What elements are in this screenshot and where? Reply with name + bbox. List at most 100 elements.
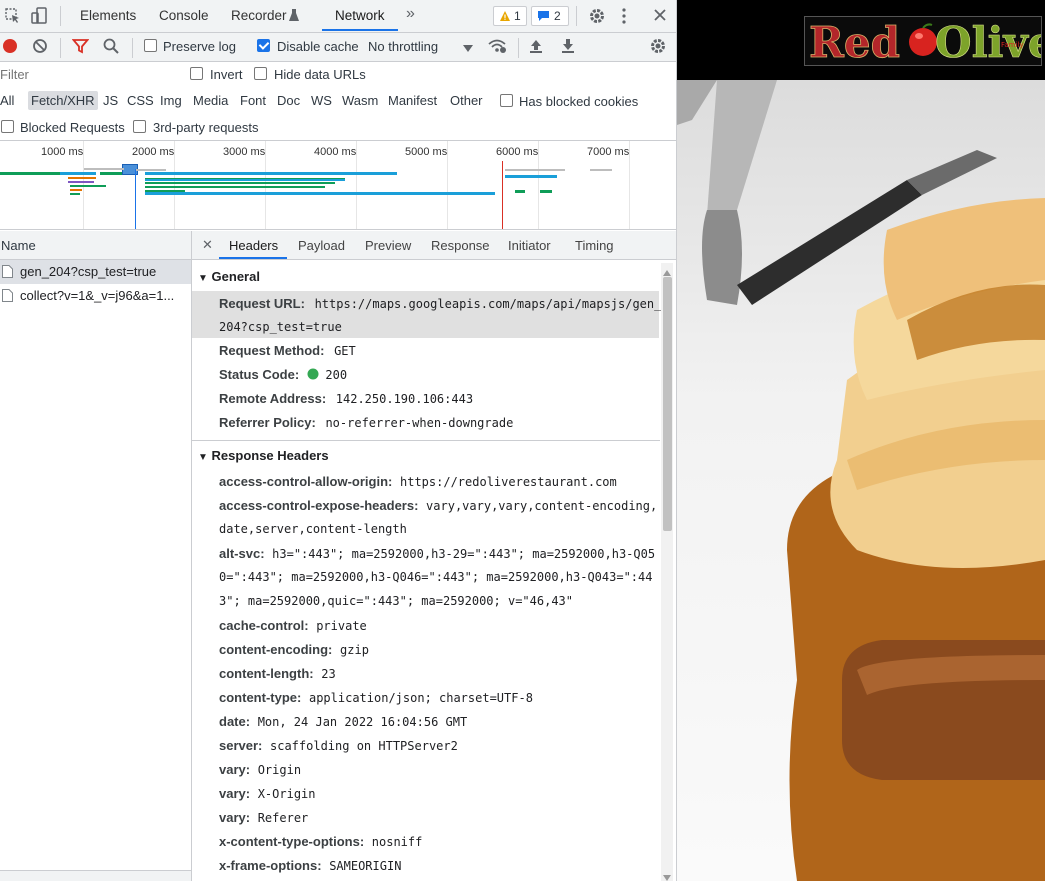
tab-console[interactable]: Console xyxy=(159,8,209,23)
kebab-menu-icon[interactable] xyxy=(621,7,627,28)
has-blocked-cookies-checkbox[interactable] xyxy=(500,94,513,107)
general-section-toggle[interactable]: ▼ General xyxy=(198,269,260,284)
header-value: scaffolding on HTTPServer2 xyxy=(270,739,458,753)
active-tab-indicator xyxy=(322,29,398,31)
tab-network[interactable]: Network xyxy=(335,8,385,23)
type-wasm[interactable]: Wasm xyxy=(342,93,378,108)
header-row: vary: Referer xyxy=(219,810,659,825)
type-font[interactable]: Font xyxy=(240,93,266,108)
throttling-select[interactable]: No throttling xyxy=(368,39,438,54)
type-fetch-xhr[interactable]: Fetch/XHR xyxy=(28,91,98,110)
disable-cache-checkbox[interactable] xyxy=(257,39,270,52)
invert-checkbox[interactable] xyxy=(190,67,203,80)
header-value-cont: 0=":443"; ma=2592000,h3-Q046=":443"; ma=… xyxy=(219,570,653,584)
blocked-requests-checkbox[interactable] xyxy=(1,120,14,133)
header-name: cache-control: xyxy=(219,618,309,633)
type-other[interactable]: Other xyxy=(450,93,483,108)
header-value: https://redoliverestaurant.com xyxy=(400,475,617,489)
type-all[interactable]: All xyxy=(0,93,14,108)
search-icon[interactable] xyxy=(103,38,119,57)
import-har-icon[interactable] xyxy=(529,38,543,57)
filter-icon[interactable] xyxy=(71,38,90,57)
header-row: x-content-type-options: nosniff xyxy=(219,834,659,849)
close-devtools-icon[interactable] xyxy=(653,8,667,25)
type-img[interactable]: Img xyxy=(160,93,182,108)
network-conditions-icon[interactable] xyxy=(487,38,507,57)
filter-input[interactable] xyxy=(0,65,174,83)
tab-timing[interactable]: Timing xyxy=(575,238,614,253)
timeline-overview[interactable]: 1000 ms 2000 ms 3000 ms 4000 ms 5000 ms … xyxy=(0,141,676,230)
status-code-label: Status Code: xyxy=(219,367,300,382)
third-party-checkbox[interactable] xyxy=(133,120,146,133)
general-section-title: General xyxy=(211,269,260,284)
tab-initiator[interactable]: Initiator xyxy=(508,238,551,253)
scroll-down-arrow-icon[interactable] xyxy=(663,869,671,881)
type-manifest[interactable]: Manifest xyxy=(388,93,437,108)
messages-badge[interactable]: 2 xyxy=(531,6,569,26)
request-name: gen_204?csp_test=true xyxy=(20,264,157,279)
header-row: access-control-allow-origin: https://red… xyxy=(219,474,659,489)
details-scrollbar-thumb[interactable] xyxy=(663,277,672,531)
type-css[interactable]: CSS xyxy=(127,93,154,108)
request-method-label: Request Method: xyxy=(219,343,325,358)
load-event-line xyxy=(502,161,503,229)
messages-count: 2 xyxy=(554,9,561,23)
export-har-icon[interactable] xyxy=(561,38,575,57)
device-toolbar-icon[interactable] xyxy=(31,7,49,28)
type-media[interactable]: Media xyxy=(193,93,228,108)
document-icon xyxy=(2,265,13,278)
logo-text-small: Family xyxy=(1001,41,1024,49)
logo-text-red: Red xyxy=(809,18,900,65)
scroll-up-arrow-icon[interactable] xyxy=(663,264,671,279)
request-name: collect?v=1&_v=j96&a=1... xyxy=(20,288,175,303)
pancakes-image xyxy=(677,80,1045,881)
tab-recorder[interactable]: Recorder xyxy=(231,8,287,23)
request-row[interactable]: gen_204?csp_test=true xyxy=(0,260,191,284)
name-column-header[interactable]: Name xyxy=(0,231,191,260)
name-header-label: Name xyxy=(1,238,36,253)
details-tabs: ✕ Headers Payload Preview Response Initi… xyxy=(192,231,676,260)
more-tabs-button[interactable]: » xyxy=(406,5,415,23)
header-row: cache-control: private xyxy=(219,618,659,633)
preserve-log-checkbox[interactable] xyxy=(144,39,157,52)
header-row: content-type: application/json; charset=… xyxy=(219,690,659,705)
header-name: x-frame-options: xyxy=(219,858,322,873)
request-row[interactable]: collect?v=1&_v=j96&a=1... xyxy=(0,284,191,308)
status-code-row: Status Code: 200 xyxy=(219,367,659,382)
referrer-policy-label: Referrer Policy: xyxy=(219,415,316,430)
dropdown-arrow-icon[interactable] xyxy=(463,41,473,56)
timeline-label: 2000 ms xyxy=(132,146,175,158)
tab-headers[interactable]: Headers xyxy=(229,238,278,253)
blocked-requests-label: Blocked Requests xyxy=(20,120,125,135)
header-value: 23 xyxy=(321,667,336,681)
inspect-element-icon[interactable] xyxy=(5,8,21,27)
header-name: content-encoding: xyxy=(219,642,333,657)
type-js[interactable]: JS xyxy=(103,93,118,108)
tab-preview[interactable]: Preview xyxy=(365,238,411,253)
summary-bar xyxy=(0,870,191,881)
remote-address-value: 142.250.190.106:443 xyxy=(335,392,474,406)
warnings-badge[interactable]: 1 xyxy=(493,6,527,26)
header-name: x-content-type-options: xyxy=(219,834,365,849)
settings-gear-icon[interactable] xyxy=(588,7,606,28)
record-icon[interactable] xyxy=(2,38,18,57)
flask-icon xyxy=(288,8,300,25)
header-name: vary: xyxy=(219,810,251,825)
network-settings-gear-icon[interactable] xyxy=(649,37,667,58)
header-value: X-Origin xyxy=(257,787,316,801)
timeline-label: 5000 ms xyxy=(405,146,448,158)
status-ok-icon xyxy=(307,368,319,380)
hide-data-urls-checkbox[interactable] xyxy=(254,67,267,80)
tab-elements[interactable]: Elements xyxy=(80,8,136,23)
close-details-icon[interactable]: ✕ xyxy=(202,237,213,253)
type-ws[interactable]: WS xyxy=(311,93,332,108)
clear-icon[interactable] xyxy=(32,38,48,57)
response-headers-section-toggle[interactable]: ▼ Response Headers xyxy=(198,448,329,463)
header-name: content-length: xyxy=(219,666,314,681)
tab-response[interactable]: Response xyxy=(431,238,490,253)
type-doc[interactable]: Doc xyxy=(277,93,300,108)
referrer-policy-row: Referrer Policy: no-referrer-when-downgr… xyxy=(219,415,659,430)
header-value: gzip xyxy=(340,643,369,657)
tab-payload[interactable]: Payload xyxy=(298,238,345,253)
red-olive-logo[interactable]: Red Olive Family xyxy=(804,16,1045,67)
